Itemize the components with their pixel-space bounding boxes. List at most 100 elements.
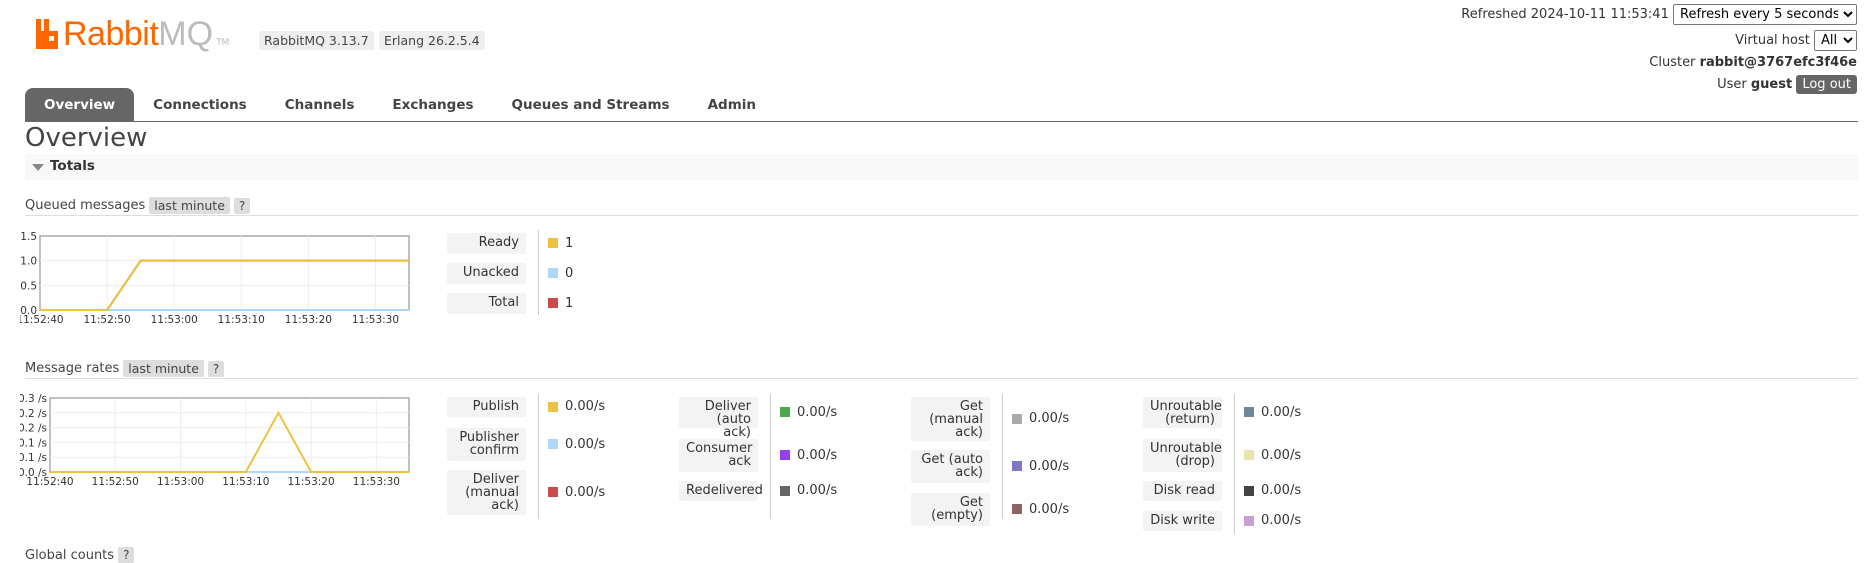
rate-deliver-manual-ack-label: Deliver (manual ack) (447, 470, 526, 515)
queued-total-color-swatch (548, 298, 558, 308)
rates-help-button[interactable]: ? (207, 360, 225, 377)
page-title: Overview (25, 123, 148, 153)
x-tick-label: 11:53:30 (352, 314, 399, 326)
y-tick-label: 0.5 (20, 280, 37, 292)
rate-redelivered-color-swatch (780, 485, 790, 496)
global-counts-title: Global counts (25, 547, 115, 563)
rate-unroutable-drop-value: 0.00/s (1244, 448, 1301, 463)
y-tick-label: 0.2 /s (20, 408, 47, 420)
rate-consumer-ack-label: Consumer ack (679, 439, 758, 472)
vhost-select[interactable]: All (1814, 30, 1857, 51)
x-tick-label: 11:53:00 (157, 476, 204, 488)
y-tick-label: 0.1 /s (20, 437, 47, 449)
vhost-label: Virtual host (1735, 33, 1810, 48)
cluster-label: Cluster (1649, 55, 1696, 70)
column-divider (770, 394, 771, 519)
collapse-triangle-icon (32, 164, 44, 171)
tab-overview[interactable]: Overview (25, 88, 135, 121)
rate-get-empty-label-line: (empty) (931, 508, 983, 523)
rate-get-auto-ack-label-line: ack) (955, 465, 983, 480)
y-tick-label: 1.0 (20, 256, 37, 268)
x-tick-label: 11:53:10 (222, 476, 269, 488)
plot-frame (39, 235, 410, 311)
rate-deliver-manual-ack-color-swatch (548, 487, 558, 497)
rate-disk-read-label-line: Disk read (1153, 483, 1215, 498)
rate-deliver-auto-ack-value-text: 0.00/s (797, 404, 838, 420)
rate-redelivered-label-line: Redelivered (686, 483, 763, 498)
plot-frame (49, 397, 410, 473)
rate-deliver-auto-ack-label: Deliver (auto ack) (679, 397, 758, 439)
rabbitmq-logo[interactable]: Rabbit MQ TM (34, 12, 229, 52)
rate-get-auto-ack-label: Get (auto ack) (911, 450, 990, 483)
queued-total-label: Total (447, 293, 526, 314)
rates-range-selector[interactable]: last minute (123, 360, 204, 377)
x-tick-label: 11:53:00 (151, 314, 198, 326)
refreshed-time: 2024-10-11 11:53:41 (1530, 7, 1669, 22)
queued-unacked-color-swatch (548, 268, 558, 278)
rate-publisher-confirm-color-swatch (548, 439, 558, 449)
tab-admin[interactable]: Admin (689, 88, 775, 121)
rate-disk-write-value: 0.00/s (1244, 513, 1301, 528)
tab-connections[interactable]: Connections (134, 88, 266, 121)
rate-disk-read-value-text: 0.00/s (1261, 483, 1302, 498)
rate-redelivered-value-text: 0.00/s (797, 483, 838, 498)
rate-publish-value-text: 0.00/s (565, 399, 606, 414)
rate-consumer-ack-color-swatch (780, 450, 790, 460)
y-tick-label: 0.1 /s (20, 452, 47, 464)
x-tick-label: 11:53:10 (218, 314, 265, 326)
rate-unroutable-return-label: Unroutable (return) (1143, 397, 1222, 428)
rate-get-auto-ack-value-text: 0.00/s (1029, 458, 1070, 474)
erlang-badge: Erlang 26.2.5.4 (379, 31, 485, 50)
rate-disk-read-label: Disk read (1143, 481, 1222, 501)
y-tick-label: 0.3 /s (20, 393, 47, 405)
queued-total-label-line: Total (488, 295, 519, 310)
message-rates-header: Message rates last minute ? (25, 360, 225, 377)
logo-text-rabbit: Rabbit (63, 15, 159, 53)
global-help-button[interactable]: ? (118, 547, 135, 563)
rate-get-empty-value-text: 0.00/s (1029, 501, 1070, 517)
rate-unroutable-return-value-text: 0.00/s (1261, 404, 1302, 420)
queued-range-selector[interactable]: last minute (149, 197, 230, 214)
queued-unacked-label: Unacked (447, 263, 526, 284)
rate-publish-label-line: Publish (472, 399, 519, 414)
rate-unroutable-drop-label: Unroutable (drop) (1143, 439, 1222, 472)
rate-unroutable-drop-label-line: (drop) (1175, 454, 1215, 469)
column-divider (538, 230, 539, 315)
totals-section-toggle[interactable]: Totals (25, 154, 1858, 180)
queued-ready-label-line: Ready (478, 235, 519, 250)
column-divider (1234, 394, 1235, 534)
refreshed-label: Refreshed (1461, 7, 1527, 22)
refresh-interval-select[interactable]: Refresh every 5 seconds (1673, 4, 1857, 25)
x-tick-label: 11:53:20 (285, 314, 332, 326)
x-tick-label: 11:52:50 (92, 476, 139, 488)
rate-get-manual-ack-label-line: ack) (955, 425, 983, 440)
y-tick-label: 1.5 (20, 231, 37, 243)
queued-messages-title: Queued messages (25, 198, 146, 213)
queued-messages-header: Queued messages last minute ? (25, 197, 251, 214)
x-tick-label: 11:53:20 (288, 476, 335, 488)
rate-publish-color-swatch (548, 401, 558, 412)
rate-unroutable-drop-color-swatch (1244, 450, 1254, 460)
rate-consumer-ack-value-text: 0.00/s (797, 447, 838, 463)
rate-disk-read-value: 0.00/s (1244, 483, 1301, 498)
rate-get-manual-ack-color-swatch (1012, 413, 1022, 424)
column-divider (1002, 394, 1003, 519)
rate-deliver-manual-ack-value-text: 0.00/s (565, 484, 606, 500)
tab-queues-and-streams[interactable]: Queues and Streams (493, 88, 689, 121)
rate-deliver-manual-ack-label-line: ack) (491, 498, 519, 513)
queued-messages-chart: 0.00.51.01.511:52:40 11:52:50 11:53:00 11:5… (20, 231, 410, 326)
rate-get-auto-ack-color-swatch (1012, 461, 1022, 471)
rate-unroutable-return-color-swatch (1244, 407, 1254, 417)
rate-redelivered-value: 0.00/s (780, 483, 837, 498)
tab-exchanges[interactable]: Exchanges (373, 88, 492, 121)
queued-help-button[interactable]: ? (233, 197, 251, 214)
x-tick-label: 11:53:30 (353, 476, 400, 488)
rate-publisher-confirm-value: 0.00/s (548, 437, 605, 452)
divider (25, 378, 1858, 379)
tab-channels[interactable]: Channels (266, 88, 374, 121)
rate-publish-value: 0.00/s (548, 399, 605, 414)
queued-unacked-label-line: Unacked (462, 265, 519, 280)
rate-consumer-ack-value: 0.00/s (780, 448, 837, 463)
header-info: Refreshed 2024-10-11 11:53:41 Refresh ev… (1461, 4, 1857, 96)
logo-tm: TM (216, 38, 230, 48)
